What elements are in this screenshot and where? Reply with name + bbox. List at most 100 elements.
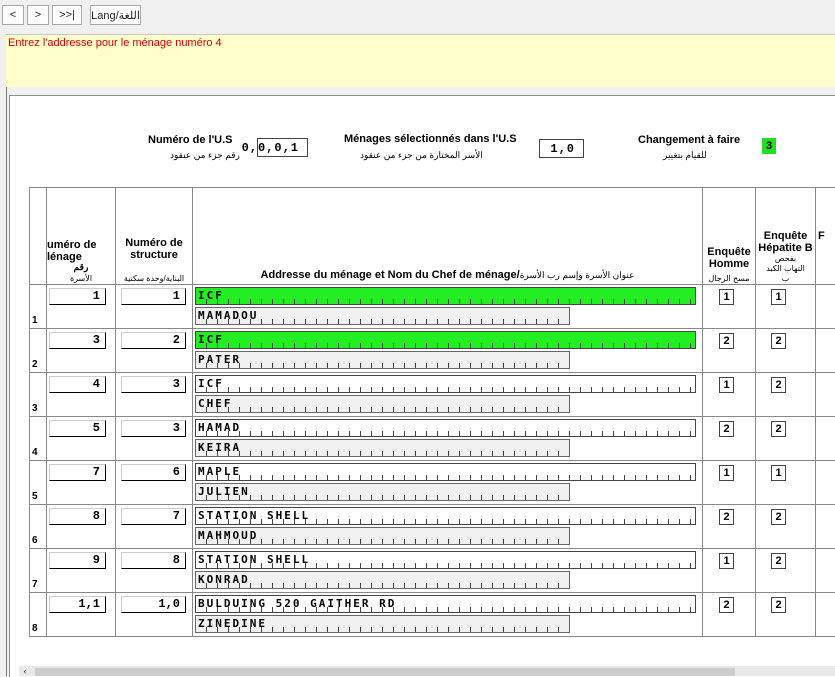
col-homme-ar: مسح الرجال	[703, 274, 755, 283]
menage-cell: 3	[47, 329, 116, 373]
structure-number-field[interactable]: 3	[121, 376, 186, 393]
enquete-hepatite-field[interactable]: 2	[771, 377, 786, 393]
menage-number-field[interactable]: 1,1	[49, 596, 106, 613]
main-panel: Numéro de l'U.S رقم جزء من عنقود 0,0,0,1…	[9, 95, 835, 677]
enquete-homme-field[interactable]: 1	[719, 553, 734, 569]
menage-cell: 4	[47, 373, 116, 417]
col-address-text: Addresse du ménage et Nom du Chef de mén…	[261, 269, 520, 281]
menage-number-field[interactable]: 7	[49, 464, 106, 481]
address-field[interactable]: ICF	[195, 375, 696, 393]
table-row: 111ICFMAMADOU11	[30, 285, 835, 329]
toolbar: < > >>| Lang/اللغة	[0, 0, 835, 34]
structure-number-field[interactable]: 6	[121, 464, 186, 481]
menage-number-field[interactable]: 4	[49, 376, 106, 393]
horizontal-scrollbar[interactable]: ‹	[19, 666, 835, 676]
structure-cell: 3	[116, 417, 193, 461]
menage-cell: 7	[47, 461, 116, 505]
address-field[interactable]: STATION SHELL	[195, 507, 696, 525]
address-cell: ICF MAMADOU	[193, 285, 703, 329]
us-number-field[interactable]: 0,0,0,1	[257, 138, 308, 157]
menage-number-field[interactable]: 5	[49, 420, 106, 437]
head-name-field[interactable]: PATER	[195, 351, 570, 369]
menage-cell: 5	[47, 417, 116, 461]
structure-cell: 8	[116, 549, 193, 593]
extra-cell	[816, 593, 835, 637]
enquete-homme-field[interactable]: 1	[719, 289, 734, 305]
row-number: 8	[30, 593, 47, 637]
extra-cell	[816, 285, 835, 329]
address-cell: MAPLE JULIEN	[193, 461, 703, 505]
enquete-homme-field[interactable]: 2	[719, 333, 734, 349]
table-row: 343ICFCHEF12	[30, 373, 835, 417]
enquete-homme-field[interactable]: 1	[719, 465, 734, 481]
enquete-hepatite-field[interactable]: 2	[771, 553, 786, 569]
enquete-hepatite-field[interactable]: 2	[771, 333, 786, 349]
enquete-hepatite-field[interactable]: 2	[771, 421, 786, 437]
enquete-hepatite-field[interactable]: 2	[771, 509, 786, 525]
address-field[interactable]: STATION SHELL	[195, 551, 696, 569]
head-name-field[interactable]: MAMADOU	[195, 307, 570, 325]
col-address-ar-inline: عنوان الأسرة وإسم رب الأسرة	[520, 270, 635, 280]
homme-cell: 2	[703, 593, 756, 637]
address-cell: ICF CHEF	[193, 373, 703, 417]
address-cell: BULDUING 520 GAITHER RD ZINEDINE	[193, 593, 703, 637]
address-cell: STATION SHELL KONRAD	[193, 549, 703, 593]
row-number: 7	[30, 549, 47, 593]
col-address-title: Addresse du ménage et Nom du Chef de mén…	[193, 269, 702, 284]
address-field[interactable]: HAMAD	[195, 419, 696, 437]
col-structure-title: Numéro de structure	[116, 237, 192, 274]
row-number: 1	[30, 285, 47, 329]
enquete-homme-field[interactable]: 1	[719, 377, 734, 393]
scroll-left-icon[interactable]: ‹	[19, 666, 31, 676]
head-name-field[interactable]: KONRAD	[195, 571, 570, 589]
enquete-homme-field[interactable]: 2	[719, 509, 734, 525]
scroll-thumb[interactable]	[35, 668, 735, 676]
next-button[interactable]: >	[27, 5, 49, 25]
enquete-homme-field[interactable]: 2	[719, 421, 734, 437]
structure-number-field[interactable]: 2	[121, 332, 186, 349]
structure-number-field[interactable]: 8	[121, 552, 186, 569]
menage-number-field[interactable]: 3	[49, 332, 106, 349]
structure-number-field[interactable]: 7	[121, 508, 186, 525]
menage-cell: 1	[47, 285, 116, 329]
row-number: 2	[30, 329, 47, 373]
homme-cell: 2	[703, 505, 756, 549]
enquete-homme-field[interactable]: 2	[719, 597, 734, 613]
structure-number-field[interactable]: 1	[121, 288, 186, 305]
head-name-field[interactable]: KEIRA	[195, 439, 570, 457]
col-hep-ar2: التهاب الكبد	[756, 264, 815, 273]
col-structure-ar: البناية/وحدة سكنية	[116, 274, 192, 283]
menage-number-field[interactable]: 1	[49, 288, 106, 305]
enquete-hepatite-field[interactable]: 1	[771, 465, 786, 481]
address-field[interactable]: ICF	[195, 331, 696, 349]
table-row: 798 STATION SHELL KONRAD 1 2	[30, 549, 835, 593]
head-name-field[interactable]: CHEF	[195, 395, 570, 413]
menages-field[interactable]: 1,0	[539, 139, 584, 158]
homme-cell: 1	[703, 549, 756, 593]
col-extra-title: F	[816, 230, 825, 242]
us-number-label: Numéro de l'U.S	[148, 134, 233, 146]
language-button[interactable]: Lang/اللغة	[90, 5, 141, 25]
extra-cell	[816, 373, 835, 417]
structure-number-field[interactable]: 1,0	[121, 596, 186, 613]
table-row: 232ICFPATER22	[30, 329, 835, 373]
structure-number-field[interactable]: 3	[121, 420, 186, 437]
address-field[interactable]: BULDUING 520 GAITHER RD	[195, 595, 696, 613]
table-row: 81,1 1,0 BULDUING 520 GAITHER RD ZINEDINE 2 2	[30, 593, 835, 637]
enquete-hepatite-field[interactable]: 2	[771, 597, 786, 613]
last-button[interactable]: >>|	[52, 5, 82, 25]
hepatite-cell: 1	[756, 285, 816, 329]
prev-button[interactable]: <	[2, 5, 24, 25]
head-name-field[interactable]: JULIEN	[195, 483, 570, 501]
extra-cell	[816, 549, 835, 593]
enquete-hepatite-field[interactable]: 1	[771, 289, 786, 305]
menage-number-field[interactable]: 8	[49, 508, 106, 525]
col-address: Addresse du ménage et Nom du Chef de mén…	[193, 188, 703, 285]
menage-number-field[interactable]: 9	[49, 552, 106, 569]
head-name-field[interactable]: ZINEDINE	[195, 615, 570, 633]
address-field[interactable]: MAPLE	[195, 463, 696, 481]
change-label-ar: للقيام بتغيير	[663, 150, 707, 161]
head-name-field[interactable]: MAHMOUD	[195, 527, 570, 545]
col-menage-title: uméro de lénage	[47, 239, 115, 263]
address-field[interactable]: ICF	[195, 287, 696, 305]
